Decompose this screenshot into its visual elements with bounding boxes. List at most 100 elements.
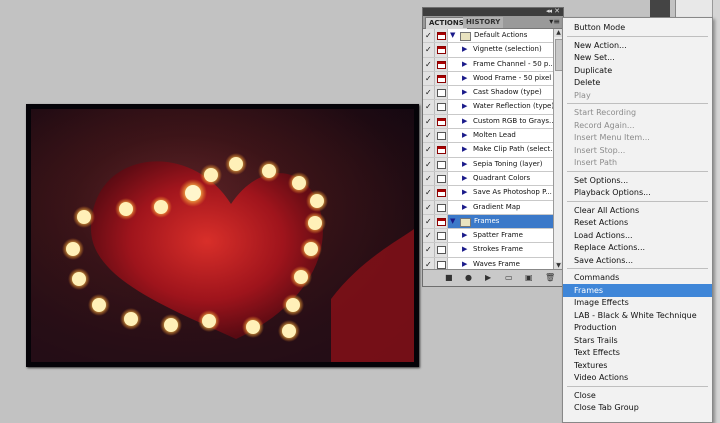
toggle-dialog-checkbox[interactable] [435, 100, 448, 114]
row-body[interactable]: ▼ Default Actions [448, 29, 553, 42]
toggle-dialog-checkbox[interactable] [435, 43, 448, 57]
row-body[interactable]: ▶ Make Clip Path (select... [448, 143, 553, 156]
toggle-item-checkbox[interactable]: ✓ [423, 143, 435, 157]
play-icon[interactable]: ▶ [485, 272, 491, 283]
new-action-icon[interactable]: ▣ [525, 272, 533, 283]
menu-item-close[interactable]: Close [563, 389, 712, 402]
collapse-triangle-icon[interactable]: ▶ [462, 245, 467, 254]
collapse-triangle-icon[interactable]: ▶ [462, 102, 467, 111]
toggle-item-checkbox[interactable]: ✓ [423, 171, 435, 186]
toggle-dialog-checkbox[interactable] [435, 200, 448, 214]
toggle-item-checkbox[interactable]: ✓ [423, 186, 435, 200]
menu-item-delete[interactable]: Delete [563, 76, 712, 89]
panel-menu-icon[interactable]: ▾≡ [549, 17, 560, 26]
menu-item-set-options[interactable]: Set Options... [563, 174, 712, 187]
trash-icon[interactable]: 🗑 [545, 272, 555, 283]
menu-item-frames[interactable]: Frames [563, 283, 712, 297]
action-row[interactable]: ✓ ▶ Custom RGB to Grays... [423, 114, 553, 130]
toggle-item-checkbox[interactable]: ✓ [423, 114, 435, 129]
row-body[interactable]: ▶ Cast Shadow (type) [448, 86, 553, 99]
row-body[interactable]: ▶ Frame Channel - 50 p... [448, 58, 553, 71]
action-row[interactable]: ✓ ▶ Strokes Frame [423, 243, 553, 258]
action-row[interactable]: ✓ ▶ Spatter Frame [423, 229, 553, 244]
action-row[interactable]: ✓ ▶ Make Clip Path (select... [423, 143, 553, 158]
collapse-triangle-icon[interactable]: ▶ [462, 117, 467, 126]
row-body[interactable]: ▶ Strokes Frame [448, 243, 553, 256]
action-row[interactable]: ✓ ▶ Wood Frame - 50 pixel [423, 71, 553, 87]
menu-item-reset-actions[interactable]: Reset Actions [563, 216, 712, 229]
action-row[interactable]: ✓ ▶ Molten Lead [423, 129, 553, 144]
collapse-triangle-icon[interactable]: ▶ [462, 160, 467, 169]
menu-item-close-tab-group[interactable]: Close Tab Group [563, 401, 712, 414]
tab-actions[interactable]: ACTIONS [425, 17, 468, 29]
toggle-dialog-checkbox[interactable] [435, 71, 448, 86]
menu-item-playback-options[interactable]: Playback Options... [563, 186, 712, 199]
toggle-dialog-checkbox[interactable] [435, 114, 448, 129]
action-row[interactable]: ✓ ▶ Save As Photoshop P... [423, 186, 553, 201]
toggle-dialog-checkbox[interactable] [435, 86, 448, 100]
row-body[interactable]: ▶ Custom RGB to Grays... [448, 115, 553, 128]
toggle-dialog-checkbox[interactable] [435, 171, 448, 186]
action-row[interactable]: ✓ ▶ Quadrant Colors [423, 171, 553, 187]
action-row[interactable]: ✓ ▶ Water Reflection (type) [423, 100, 553, 115]
toggle-item-checkbox[interactable]: ✓ [423, 229, 435, 243]
collapse-triangle-icon[interactable]: ▶ [462, 131, 467, 140]
menu-item-duplicate[interactable]: Duplicate [563, 64, 712, 77]
menu-item-lab-black-white-technique[interactable]: LAB - Black & White Technique [563, 309, 712, 322]
menu-item-new-set[interactable]: New Set... [563, 51, 712, 64]
close-icon[interactable]: ✕ [554, 7, 560, 15]
new-set-icon[interactable]: ▭ [505, 272, 513, 283]
menu-item-image-effects[interactable]: Image Effects [563, 296, 712, 309]
toggle-dialog-checkbox[interactable] [435, 229, 448, 243]
collapse-triangle-icon[interactable]: ▶ [462, 203, 467, 212]
toggle-dialog-checkbox[interactable] [435, 143, 448, 157]
row-body[interactable]: ▶ Gradient Map [448, 201, 553, 214]
menu-item-commands[interactable]: Commands [563, 271, 712, 284]
panel-title-bar[interactable]: ◂◂ ✕ [423, 7, 563, 16]
collapse-triangle-icon[interactable]: ▶ [462, 231, 467, 240]
stop-icon[interactable]: ■ [445, 272, 453, 283]
menu-item-load-actions[interactable]: Load Actions... [563, 229, 712, 242]
row-body[interactable]: ▶ Vignette (selection) [448, 43, 553, 56]
menu-item-replace-actions[interactable]: Replace Actions... [563, 241, 712, 254]
toggle-item-checkbox[interactable]: ✓ [423, 200, 435, 214]
row-body[interactable]: ▶ Molten Lead [448, 129, 553, 142]
toggle-item-checkbox[interactable]: ✓ [423, 71, 435, 86]
menu-item-button-mode[interactable]: Button Mode [563, 21, 712, 34]
menu-item-textures[interactable]: Textures [563, 359, 712, 372]
collapse-triangle-icon[interactable]: ▶ [462, 45, 467, 54]
row-body[interactable]: ▶ Spatter Frame [448, 229, 553, 242]
collapse-triangle-icon[interactable]: ▶ [462, 188, 467, 197]
row-body[interactable]: ▶ Wood Frame - 50 pixel [448, 72, 553, 85]
row-body[interactable]: ▶ Save As Photoshop P... [448, 186, 553, 199]
collapse-triangle-icon[interactable]: ▶ [462, 260, 467, 269]
toggle-dialog-checkbox[interactable] [435, 243, 448, 257]
expand-triangle-icon[interactable]: ▼ [450, 31, 455, 40]
toggle-dialog-checkbox[interactable] [435, 214, 448, 229]
collapse-triangle-icon[interactable]: ▶ [462, 60, 467, 69]
toggle-item-checkbox[interactable]: ✓ [423, 214, 435, 229]
collapse-arrows-icon[interactable]: ◂◂ [546, 7, 552, 15]
tab-history[interactable]: HISTORY [463, 17, 504, 28]
row-body[interactable]: ▶ Quadrant Colors [448, 172, 553, 185]
toggle-dialog-checkbox[interactable] [435, 29, 448, 43]
collapse-triangle-icon[interactable]: ▶ [462, 174, 467, 183]
toggle-dialog-checkbox[interactable] [435, 186, 448, 200]
action-row[interactable]: ✓ ▶ Frame Channel - 50 p... [423, 57, 553, 72]
menu-item-video-actions[interactable]: Video Actions [563, 371, 712, 384]
collapse-triangle-icon[interactable]: ▶ [462, 88, 467, 97]
menu-item-text-effects[interactable]: Text Effects [563, 346, 712, 359]
toggle-dialog-checkbox[interactable] [435, 157, 448, 171]
action-row[interactable]: ✓ ▶ Gradient Map [423, 200, 553, 215]
toggle-item-checkbox[interactable]: ✓ [423, 29, 435, 43]
toggle-dialog-checkbox[interactable] [435, 57, 448, 71]
toggle-item-checkbox[interactable]: ✓ [423, 57, 435, 71]
action-row[interactable]: ✓ ▶ Vignette (selection) [423, 43, 553, 58]
row-body[interactable]: ▼ Frames [448, 214, 553, 229]
menu-item-stars-trails[interactable]: Stars Trails [563, 334, 712, 347]
toggle-item-checkbox[interactable]: ✓ [423, 86, 435, 100]
row-body[interactable]: ▶ Sepia Toning (layer) [448, 158, 553, 171]
action-set-row[interactable]: ✓ ▼ Frames [423, 214, 553, 230]
toggle-dialog-checkbox[interactable] [435, 129, 448, 143]
expand-triangle-icon[interactable]: ▼ [450, 217, 455, 226]
